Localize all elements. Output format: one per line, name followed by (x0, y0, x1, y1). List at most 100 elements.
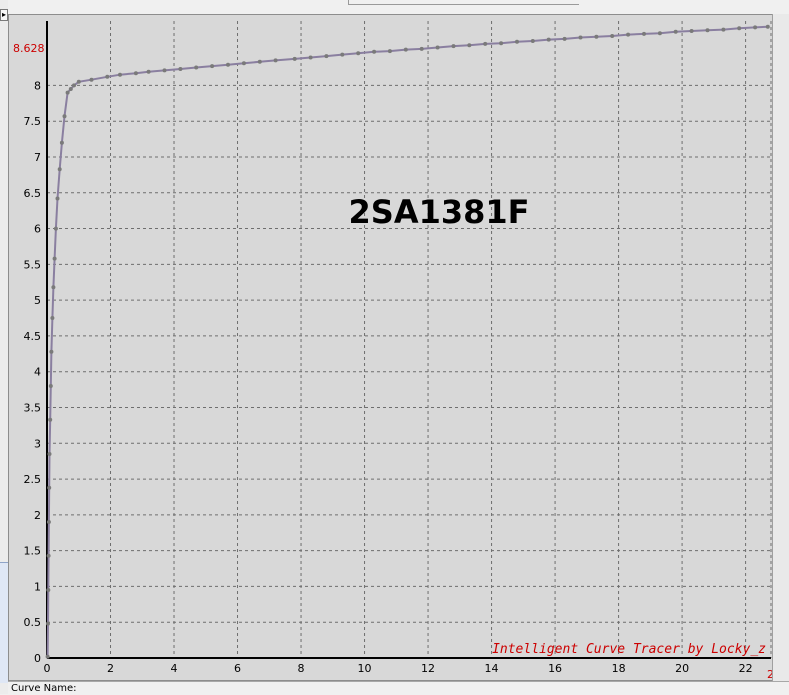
data-point (257, 59, 262, 64)
y-tick-label: 5.5 (24, 258, 42, 271)
data-point (210, 64, 215, 69)
data-point (241, 61, 246, 66)
x-tick-label: 2 (107, 662, 114, 675)
data-point (62, 114, 67, 119)
data-point (45, 654, 50, 659)
data-point (57, 167, 62, 172)
plot-frame: 0 2 4 6 8 10 12 14 16 18 20 22 0 0.5 1 1.5 2 2.5 3 3.5 4 4.5 5… (8, 14, 783, 681)
data-point (226, 62, 230, 67)
data-point (292, 56, 297, 61)
data-point (89, 77, 94, 82)
data-point (52, 256, 57, 261)
grid-lines (47, 21, 772, 658)
data-point (55, 196, 60, 201)
left-panel-selection (0, 562, 8, 683)
x-tick-label: 12 (421, 662, 435, 675)
x-tick-label: 22 (739, 662, 753, 675)
data-point (705, 28, 710, 33)
data-point (324, 54, 329, 59)
data-point (48, 384, 53, 388)
data-point (689, 29, 694, 33)
data-point (46, 520, 51, 524)
x-tick-label: 14 (485, 662, 499, 675)
data-point (356, 51, 361, 56)
x-tick-label: 8 (298, 662, 305, 675)
top-tab-edge (348, 0, 579, 5)
y-tick-label: 1 (34, 580, 41, 593)
data-point (46, 553, 51, 558)
data-point (47, 452, 52, 456)
data-point (51, 285, 56, 290)
data-point (68, 87, 73, 91)
data-point (50, 316, 55, 320)
data-point (162, 68, 167, 73)
data-point (562, 36, 567, 41)
data-point (273, 58, 278, 63)
data-point (387, 49, 392, 54)
data-point (105, 74, 110, 79)
data-point (47, 485, 52, 490)
data-point (340, 52, 345, 57)
data-point (657, 31, 662, 36)
right-scroll-edge[interactable] (772, 14, 789, 681)
data-point (765, 24, 770, 29)
y-tick-label: 3 (34, 437, 41, 450)
x-tick-label: 20 (675, 662, 689, 675)
data-point (673, 29, 678, 34)
y-tick-label: 1.5 (24, 545, 42, 558)
data-point (194, 65, 199, 70)
data-point (49, 349, 54, 354)
data-point (419, 46, 424, 51)
data-point (53, 226, 58, 231)
series-curve (45, 24, 770, 659)
y-tick-label: 2 (34, 509, 41, 522)
y-tick-label: 7 (34, 151, 41, 164)
data-point (308, 55, 313, 60)
data-point (65, 90, 70, 95)
x-tick-label: 18 (612, 662, 626, 675)
data-point (46, 588, 51, 592)
y-tick-label: 3.5 (24, 401, 42, 414)
y-tick-label: 2.5 (24, 473, 42, 486)
data-point (721, 27, 726, 32)
data-point (753, 25, 758, 30)
curve-name-label: Curve Name: (11, 683, 77, 694)
chart: 0 2 4 6 8 10 12 14 16 18 20 22 0 0.5 1 1.5 2 2.5 3 3.5 4 4.5 5… (13, 21, 781, 680)
data-point (133, 71, 138, 76)
top-toolbar-edge (8, 0, 789, 14)
x-tick-label: 4 (171, 662, 178, 675)
data-point (59, 140, 64, 145)
data-point (626, 32, 631, 37)
expand-arrow-icon[interactable]: ▸ (0, 9, 8, 21)
x-tick-label: 0 (44, 662, 51, 675)
chart-title: 2SA1381F (349, 193, 530, 231)
x-tick-label: 16 (548, 662, 562, 675)
data-point (146, 69, 151, 74)
data-point (46, 621, 50, 626)
data-point (483, 41, 488, 46)
data-point (435, 45, 440, 50)
y-tick-label: 7.5 (24, 115, 42, 128)
y-tick-label: 0 (34, 652, 41, 665)
y-tick-label: 4 (34, 366, 41, 379)
y-tick-label: 4.5 (24, 330, 42, 343)
data-point (530, 39, 535, 43)
tick-labels: 0 2 4 6 8 10 12 14 16 18 20 22 0 0.5 1 1.5 2 2.5 3 3.5 4 4.5 5… (24, 79, 753, 675)
data-point (610, 34, 615, 38)
axes (46, 21, 771, 659)
data-point (451, 44, 456, 49)
data-point (737, 26, 742, 31)
data-point (48, 417, 53, 422)
data-point (178, 67, 183, 71)
data-point (372, 49, 377, 54)
data-point (546, 37, 551, 42)
data-point (76, 79, 81, 84)
data-point (578, 35, 583, 40)
x-tick-label: 10 (358, 662, 372, 675)
data-point (467, 43, 472, 48)
watermark-text: Intelligent Curve Tracer by Locky_z (492, 642, 766, 657)
data-point (499, 41, 504, 46)
data-point (642, 31, 646, 36)
data-point (594, 34, 599, 39)
data-point (118, 72, 122, 77)
